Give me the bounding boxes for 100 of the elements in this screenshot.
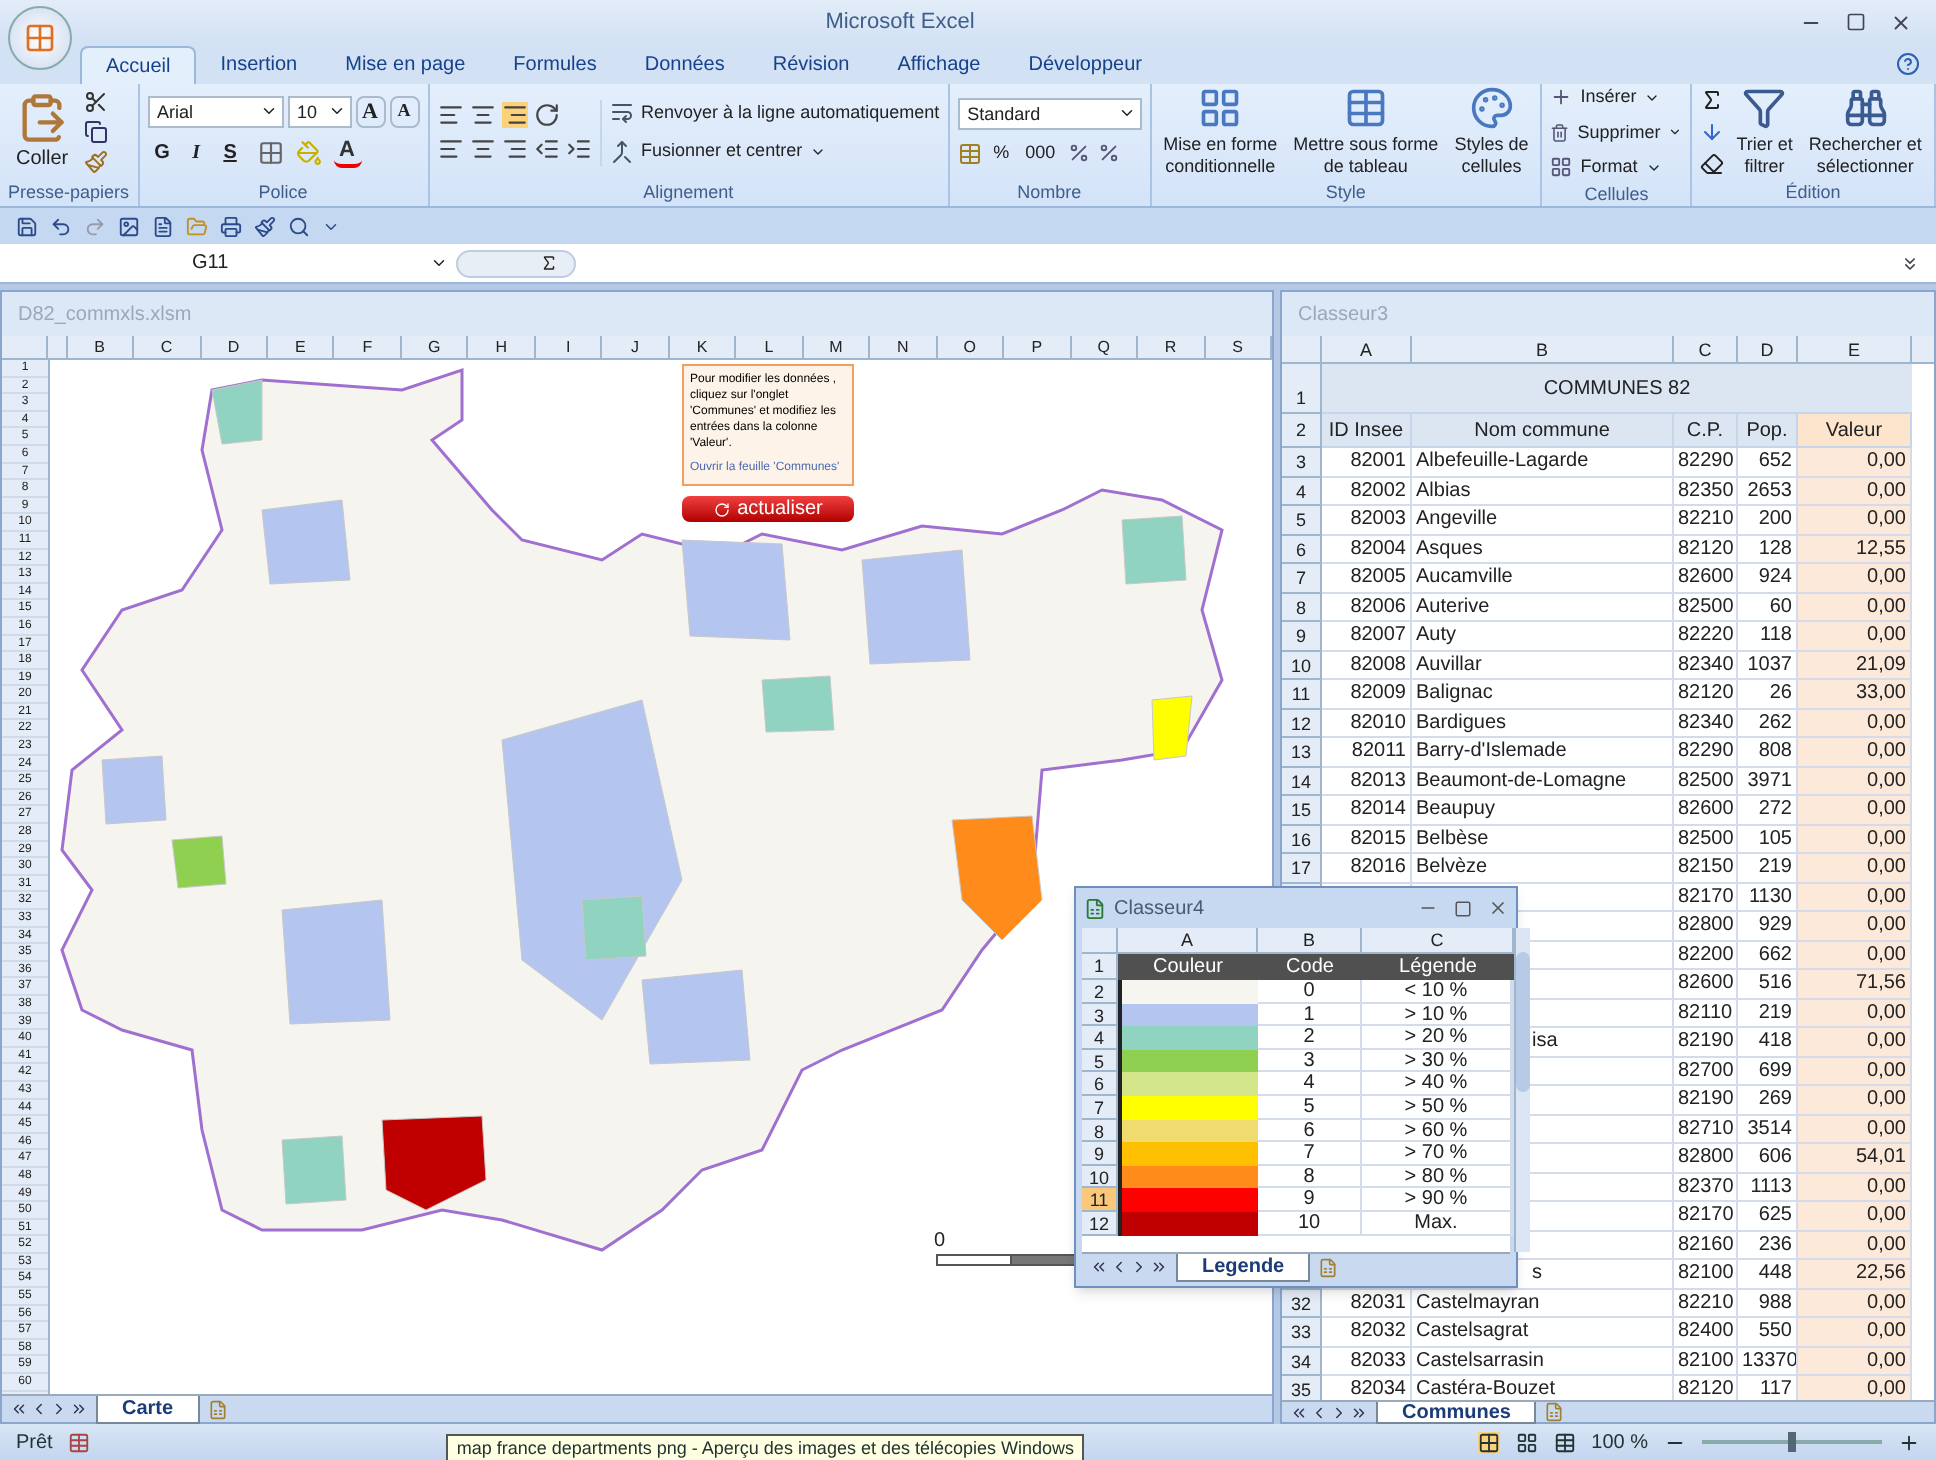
row-header[interactable]: 1	[1082, 954, 1118, 980]
sheet-tab[interactable]: Carte	[96, 1395, 200, 1423]
column-header[interactable]: Q	[1071, 336, 1139, 358]
shrink-font-button[interactable]: A	[389, 96, 420, 128]
page-break-icon[interactable]	[1553, 1431, 1576, 1453]
row-header[interactable]: 16	[1282, 825, 1322, 854]
new-sheet-icon[interactable]	[1544, 1402, 1565, 1422]
column-header[interactable]: M	[803, 336, 871, 358]
column-header[interactable]: R	[1138, 336, 1206, 358]
column-header[interactable]: B	[1258, 928, 1362, 952]
row-header[interactable]: 12	[1282, 709, 1322, 738]
grow-font-button[interactable]: A	[355, 96, 386, 128]
column-header[interactable]: F	[334, 336, 402, 358]
sheet-tab[interactable]: Legende	[1176, 1253, 1311, 1281]
align-right-icon[interactable]	[501, 136, 528, 162]
row-header[interactable]: 5	[1082, 1049, 1118, 1073]
font-style-button[interactable]: S	[215, 136, 246, 168]
vertical-scrollbar[interactable]	[1514, 928, 1530, 1252]
page-layout-icon[interactable]	[1515, 1431, 1538, 1453]
font-name-field[interactable]: Arial	[147, 96, 284, 128]
first-sheet-icon[interactable]	[10, 1400, 28, 1418]
eraser-icon[interactable]	[1700, 152, 1725, 176]
copy-icon[interactable]	[84, 120, 109, 144]
dropdown-caret-icon[interactable]	[259, 102, 278, 120]
column-header[interactable]: E	[1798, 336, 1912, 362]
row-header[interactable]: 9	[1282, 622, 1322, 651]
column-header[interactable]: B	[67, 336, 135, 358]
next-sheet-icon[interactable]	[1130, 1258, 1148, 1276]
column-header[interactable]: O	[937, 336, 1005, 358]
close-icon[interactable]	[1890, 11, 1912, 33]
zoom-slider-thumb[interactable]	[1788, 1432, 1796, 1452]
close-icon[interactable]	[1488, 898, 1508, 918]
column-header[interactable]: J	[602, 336, 670, 358]
row-header[interactable]: 14	[1282, 767, 1322, 796]
row-header[interactable]: 7	[1082, 1095, 1118, 1120]
column-header[interactable]: D	[201, 336, 268, 358]
first-sheet-icon[interactable]	[1290, 1403, 1308, 1421]
row-header[interactable]: 3	[1282, 448, 1322, 477]
ribbon-tab[interactable]: Accueil	[80, 46, 197, 84]
new-sheet-icon[interactable]	[207, 1399, 228, 1419]
scrollbar-thumb[interactable]	[1516, 952, 1530, 1092]
printer-icon[interactable]	[220, 215, 242, 237]
sum-icon[interactable]	[1700, 88, 1725, 112]
ribbon-tab[interactable]: Données	[620, 46, 749, 84]
align-left-icon[interactable]	[437, 136, 464, 162]
expand-icon[interactable]	[1900, 253, 1920, 273]
print-preview-icon[interactable]	[288, 215, 310, 237]
row-header[interactable]: 35	[1282, 1376, 1322, 1400]
row-header[interactable]: 12	[1082, 1211, 1118, 1236]
paste-button[interactable]: Coller	[8, 91, 77, 173]
font-style-button[interactable]: G	[147, 136, 178, 168]
undo-icon[interactable]	[50, 215, 72, 237]
column-header[interactable]: G	[401, 336, 469, 358]
number-format-field[interactable]: Standard	[957, 97, 1142, 129]
column-header[interactable]: A	[1118, 928, 1258, 952]
font-size-field[interactable]: 10	[287, 96, 352, 128]
last-sheet-icon[interactable]	[1350, 1403, 1368, 1421]
row-header[interactable]: 17	[1282, 854, 1322, 883]
previous-sheet-icon[interactable]	[1310, 1403, 1328, 1421]
font-style-button[interactable]: I	[181, 136, 212, 168]
office-button[interactable]	[8, 6, 72, 70]
row-header[interactable]: 6	[1282, 535, 1322, 564]
save-icon[interactable]	[16, 215, 38, 237]
ribbon-tab[interactable]: Développeur	[1004, 46, 1166, 84]
column-header[interactable]: D	[1738, 336, 1798, 362]
row-header[interactable]: 33	[1282, 1318, 1322, 1347]
maximize-icon[interactable]	[1454, 899, 1472, 917]
align-middle-icon[interactable]	[469, 102, 496, 128]
new-file-icon[interactable]	[152, 215, 174, 237]
row-header[interactable]: 8	[1282, 593, 1322, 622]
row-header[interactable]: 13	[1282, 738, 1322, 767]
editing-button[interactable]: Rechercher et sélectionner	[1804, 86, 1926, 178]
row-header[interactable]: 2	[1282, 414, 1322, 448]
column-header[interactable]: E	[267, 336, 335, 358]
number-style-button[interactable]: 000	[1021, 139, 1060, 167]
column-header[interactable]: A	[1322, 336, 1412, 362]
fill-icon[interactable]	[1700, 120, 1725, 144]
cells-button[interactable]: Format	[1550, 154, 1683, 181]
help-icon[interactable]	[1896, 52, 1920, 76]
orientation-icon[interactable]	[533, 102, 560, 128]
row-header[interactable]: 4	[1082, 1026, 1118, 1050]
column-header[interactable]: N	[870, 336, 938, 358]
number-style-button[interactable]: %	[989, 139, 1014, 167]
editing-button[interactable]: Trier et filtrer	[1732, 86, 1797, 178]
cut-icon[interactable]	[84, 90, 109, 114]
row-header[interactable]: 11	[1282, 680, 1322, 709]
row-header[interactable]: 7	[1282, 564, 1322, 593]
row-header[interactable]: 10	[1282, 651, 1322, 680]
new-sheet-icon[interactable]	[1318, 1257, 1339, 1277]
last-sheet-icon[interactable]	[1150, 1258, 1168, 1276]
row-header[interactable]: 5	[1282, 506, 1322, 535]
picture-icon[interactable]	[118, 215, 140, 237]
ribbon-tab[interactable]: Mise en page	[321, 46, 490, 84]
column-header[interactable]: K	[669, 336, 737, 358]
column-header[interactable]: P	[1004, 336, 1072, 358]
row-header[interactable]: 2	[1082, 980, 1118, 1004]
next-sheet-icon[interactable]	[1330, 1403, 1348, 1421]
column-header[interactable]: I	[535, 336, 603, 358]
currency-icon[interactable]	[957, 141, 982, 165]
ribbon-tab[interactable]: Affichage	[873, 46, 1005, 84]
